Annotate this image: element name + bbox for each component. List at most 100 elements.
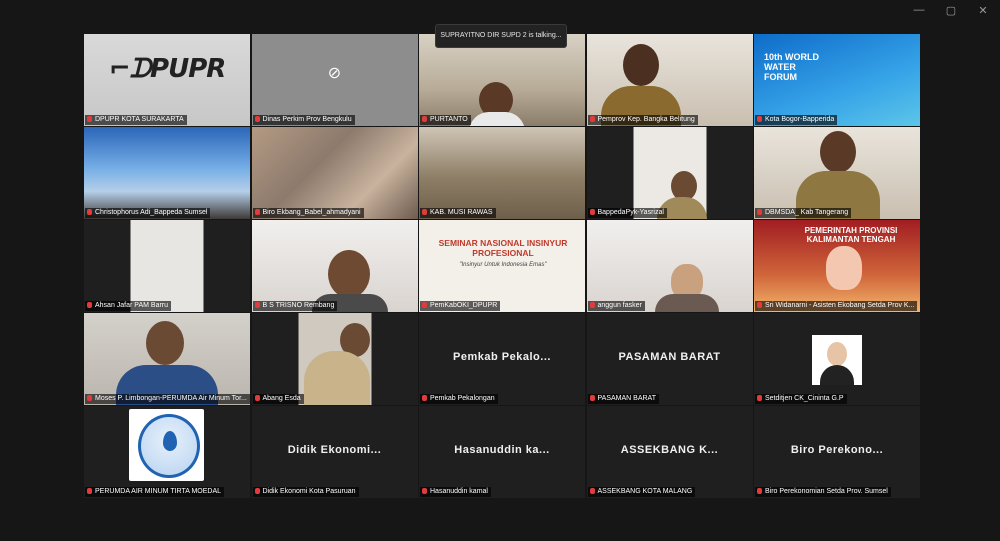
participant-name: Moses P. Limbongan-PERUMDA Air Minum Tor… [85,394,250,404]
participant-grid: ⌐ᗪPUPR DPUPR KOTA SURAKARTA ⊘ Dinas Perk… [84,34,920,502]
participant-tile[interactable]: ASSEKBANG K... ASSEKBANG KOTA MALANG [586,406,753,498]
window-controls: — ▢ ✕ [912,4,990,17]
participant-name: PemKabOKI_DPUPR [420,301,501,311]
slide-subtitle: "Insinyur Untuk Indonesia Emas" [459,262,547,268]
mic-muted-icon [254,395,260,401]
participant-video-head [146,321,184,365]
mic-muted-icon [422,302,427,308]
participant-name: B S TRISNO Rembang [252,301,338,311]
mic-muted-icon [757,209,762,215]
participant-tile[interactable]: Ahsan Jafar PAM Barru [84,220,250,312]
tirta-moedal-logo [129,409,204,481]
participant-name: Didik Ekonomi Kota Pasuruan [252,487,359,497]
minimize-button[interactable]: — [912,4,926,17]
participant-video-body [303,351,370,405]
participant-name: Hasanuddin kamal [420,487,491,497]
mic-muted-icon [757,488,762,494]
mic-muted-icon [757,116,762,122]
participant-name: Dinas Perkim Prov Bengkulu [252,115,355,125]
participant-name: Biro Ekbang_Babel_ahmadyani [252,208,364,218]
participant-tile[interactable]: B S TRISNO Rembang [251,220,418,312]
participant-tile[interactable]: PERUMDA AIR MINUM TIRTA MOEDAL [84,406,250,498]
mic-muted-icon [757,395,762,401]
participant-tile[interactable]: 10th WORLD WATER FORUM Kota Bogor-Bapper… [754,34,920,126]
participant-name: PERUMDA AIR MINUM TIRTA MOEDAL [85,487,225,497]
mic-muted-icon [422,488,427,494]
mic-muted-icon [254,116,260,122]
participant-display-name: ASSEKBANG K... [620,444,719,456]
participant-display-name: Biro Perekono... [790,444,884,456]
participant-display-name: Didik Ekonomi... [287,444,382,456]
participant-name: Pemprov Kep. Bangka Belitung [587,115,698,125]
mic-muted-icon [254,302,260,308]
participant-name: anggun fasker [587,301,645,311]
participant-name: Setditjen CK_Cininta G.P [755,394,847,404]
participant-video-head [820,131,856,173]
slide-title: SEMINAR NASIONAL INSINYUR PROFESIONAL [438,238,568,258]
participant-name: Abang Esda [252,394,304,404]
mic-muted-icon [87,395,92,401]
participant-tile[interactable]: Christophorus Adi_Bappeda Sumsel [84,127,250,219]
participant-display-name: PASAMAN BARAT [618,351,721,363]
mic-muted-icon [87,302,92,308]
participant-name: Christophorus Adi_Bappeda Sumsel [85,208,211,218]
participant-name: DPUPR KOTA SURAKARTA [85,115,187,125]
camera-off-icon: ⊘ [327,64,342,82]
mic-muted-icon [589,209,595,215]
participant-tile[interactable]: anggun fasker [586,220,753,312]
participant-video-body [654,294,719,312]
mic-muted-icon [422,395,427,401]
participant-name: BappedaPyk-Yasrizal [587,208,667,218]
close-button[interactable]: ✕ [976,4,990,17]
participant-tile[interactable]: Biro Perekono... Biro Perekonomian Setda… [754,406,920,498]
mic-muted-icon [87,488,92,494]
participant-display-name: Pemkab Pekalo... [453,351,551,363]
participant-video-body [469,112,525,126]
participant-tile[interactable]: PASAMAN BARAT PASAMAN BARAT [586,313,753,405]
participant-video-head [826,246,862,290]
participant-name: DBMSDA_ Kab Tangerang [755,208,852,218]
mic-muted-icon [422,209,427,215]
participant-name: KAB. MUSI RAWAS [420,208,496,218]
participant-tile[interactable]: Moses P. Limbongan-PERUMDA Air Minum Tor… [84,313,250,405]
slide-title: 10th WORLD WATER FORUM [764,52,819,82]
mic-muted-icon [589,488,595,494]
participant-tile[interactable]: Hasanuddin ka... Hasanuddin kamal [419,406,585,498]
mic-muted-icon [254,209,260,215]
participant-tile[interactable]: KAB. MUSI RAWAS [419,127,585,219]
participant-tile[interactable]: PEMERINTAH PROVINSI KALIMANTAN TENGAH Sr… [754,220,920,312]
participant-name: Sri Widanarni - Asisten Ekobang Setda Pr… [755,301,918,311]
participant-tile[interactable]: ⊘ Dinas Perkim Prov Bengkulu [251,34,418,126]
participant-tile[interactable]: Didik Ekonomi... Didik Ekonomi Kota Pasu… [251,406,418,498]
avatar [812,335,862,385]
participant-tile[interactable]: Pemprov Kep. Bangka Belitung [586,34,753,126]
participant-name: Kota Bogor-Bapperida [755,115,838,125]
participant-tile[interactable]: Setditjen CK_Cininta G.P [754,313,920,405]
participant-tile[interactable]: Abang Esda [251,313,418,405]
participant-video-head [622,44,659,86]
active-speaker-banner: SUPRAYITNO DIR SUPD 2 is talking... [435,24,567,48]
mic-muted-icon [87,116,92,122]
maximize-button[interactable]: ▢ [944,4,958,17]
dpupr-logo: ⌐ᗪPUPR [108,54,227,84]
participant-name: Ahsan Jafar PAM Barru [85,301,172,311]
participant-tile[interactable]: Biro Ekbang_Babel_ahmadyani [251,127,418,219]
participant-display-name: Hasanuddin ka... [454,444,550,456]
participant-name: PURTANTO [420,115,471,125]
participant-tile[interactable]: BappedaPyk-Yasrizal [586,127,753,219]
participant-name: PASAMAN BARAT [587,394,659,404]
participant-tile[interactable]: ⌐ᗪPUPR DPUPR KOTA SURAKARTA [84,34,250,126]
mic-muted-icon [254,488,260,494]
participant-tile[interactable]: DBMSDA_ Kab Tangerang [754,127,920,219]
participant-tile[interactable]: SEMINAR NASIONAL INSINYUR PROFESIONAL "I… [419,220,585,312]
mic-muted-icon [87,209,92,215]
mic-muted-icon [589,395,595,401]
participant-name: ASSEKBANG KOTA MALANG [587,487,696,497]
mic-muted-icon [589,116,595,122]
participant-tile[interactable]: Pemkab Pekalo... Pemkab Pekalongan [419,313,585,405]
mic-muted-icon [757,302,762,308]
mic-muted-icon [589,302,595,308]
slide-title: PEMERINTAH PROVINSI KALIMANTAN TENGAH [804,226,898,244]
mic-muted-icon [422,116,427,122]
participant-name: Biro Perekonomian Setda Prov. Sumsel [755,487,891,497]
